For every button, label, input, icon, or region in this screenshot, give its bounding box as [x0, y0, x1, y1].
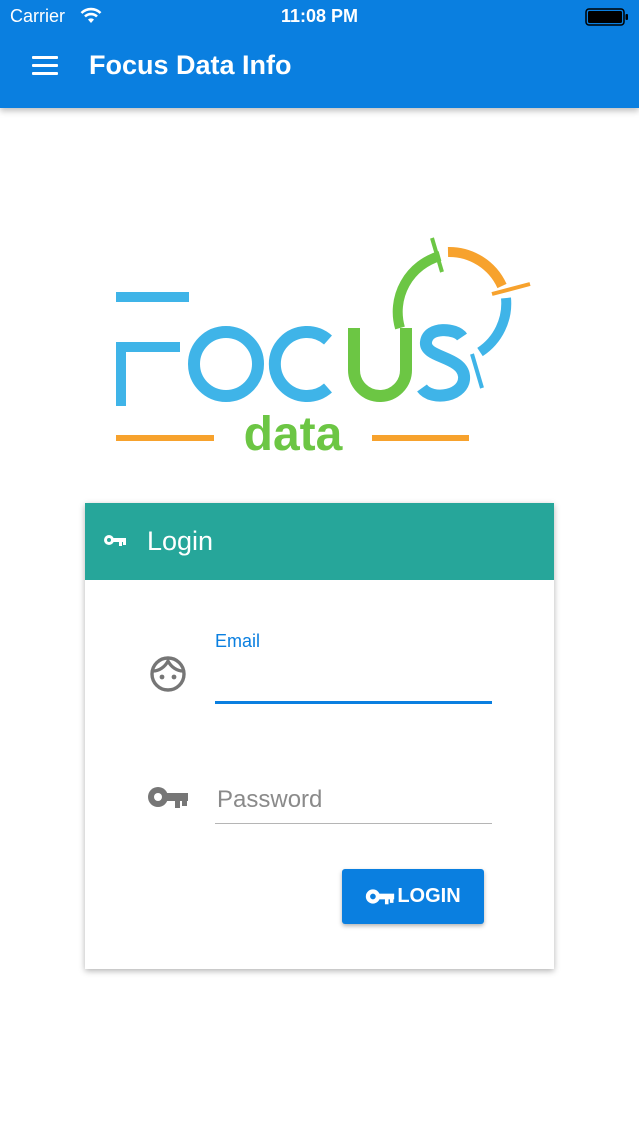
login-card-header: Login [85, 503, 554, 580]
face-icon [150, 656, 186, 692]
app-bar: Carrier 11:08 PM Focus Data Info [0, 0, 639, 108]
focus-data-logo: data [116, 237, 531, 461]
email-label: Email [215, 631, 261, 651]
login-card: Login Email LOGIN [85, 503, 554, 969]
login-button-label: LOGIN [397, 885, 461, 907]
login-button[interactable]: LOGIN [342, 869, 484, 924]
key-icon [104, 535, 126, 546]
app-title: Focus Data Info [89, 50, 292, 80]
key-icon [148, 787, 188, 808]
menu-icon[interactable] [32, 56, 58, 78]
password-input[interactable] [215, 779, 495, 821]
email-input[interactable] [215, 661, 495, 703]
email-underline [215, 701, 492, 704]
status-time: 11:08 PM [280, 6, 359, 26]
login-card-title: Login [147, 526, 214, 556]
svg-text:data: data [244, 408, 343, 461]
status-bar: Carrier 11:08 PM [0, 0, 639, 34]
password-underline [215, 823, 492, 824]
battery-icon [585, 8, 628, 26]
key-icon [366, 889, 395, 905]
